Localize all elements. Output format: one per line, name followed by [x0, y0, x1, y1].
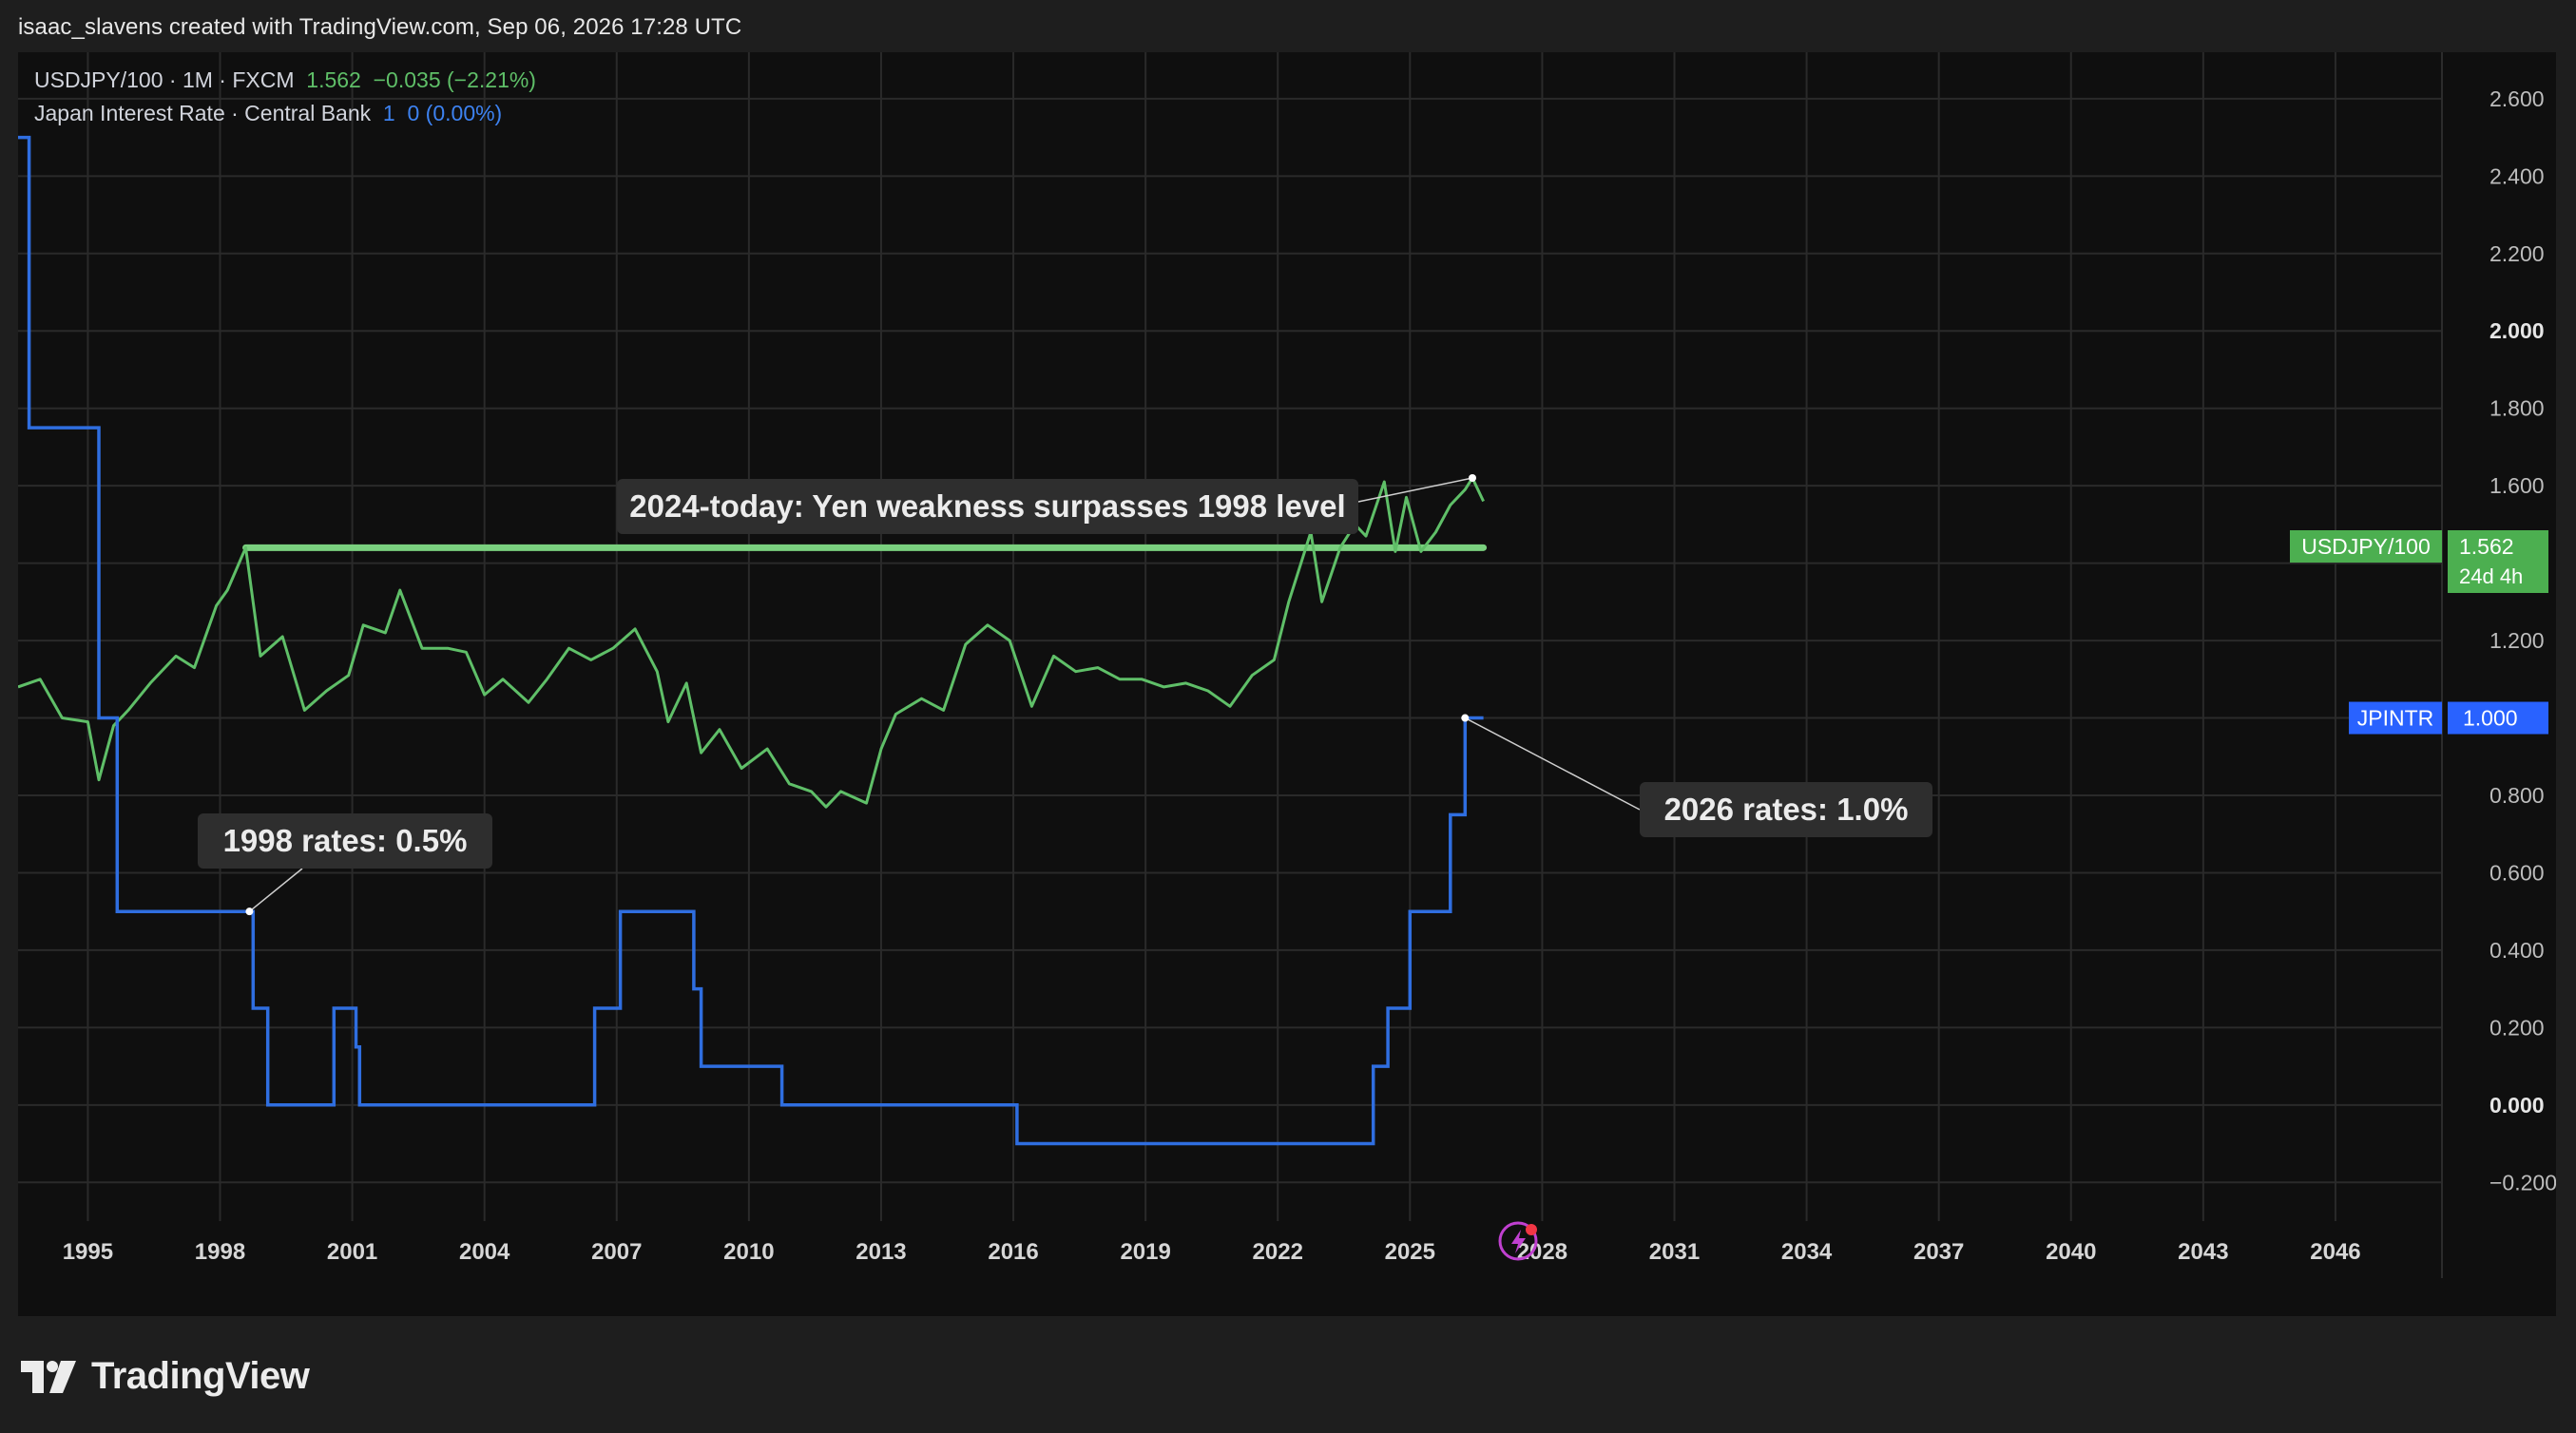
- y-tick-label: 2.400: [2489, 163, 2545, 188]
- legend-usdjpy-change: −0.035 (−2.21%): [373, 67, 536, 92]
- annotation-text: 2026 rates: 1.0%: [1664, 792, 1909, 827]
- x-tick-label: 1998: [195, 1239, 245, 1265]
- x-tick-label: 2004: [459, 1239, 510, 1265]
- y-tick-label: 2.000: [2489, 318, 2545, 343]
- usdjpy-price-value: 1.562: [2459, 534, 2514, 559]
- y-tick-label: 1.800: [2489, 396, 2545, 421]
- y-tick-label: −0.200: [2489, 1170, 2556, 1194]
- jpintr-price-value: 1.000: [2463, 706, 2518, 731]
- x-tick-label: 2022: [1253, 1239, 1303, 1265]
- legend-usdjpy-value: 1.562: [306, 67, 361, 92]
- y-tick-label: 2.200: [2489, 241, 2545, 266]
- x-tick-label: 2043: [2178, 1239, 2228, 1265]
- header-credit: isaac_slavens created with TradingView.c…: [18, 14, 742, 40]
- annotation-text: 1998 rates: 0.5%: [223, 823, 468, 858]
- tradingview-logo-icon: [21, 1360, 76, 1393]
- y-tick-label: 1.600: [2489, 473, 2545, 498]
- legend-usdjpy-label: USDJPY/100 · 1M · FXCM: [34, 67, 295, 92]
- annotation-point: [245, 908, 254, 916]
- legend-jpintr-value: 1: [382, 101, 395, 125]
- chart-panel[interactable]: 2024-today: Yen weakness surpasses 1998 …: [18, 52, 2556, 1316]
- legend-jpintr-label: Japan Interest Rate · Central Bank: [34, 101, 372, 125]
- tradingview-logo[interactable]: TradingView: [21, 1355, 310, 1398]
- x-tick-label: 2013: [855, 1239, 906, 1265]
- x-tick-label: 2016: [988, 1239, 1038, 1265]
- tradingview-logo-text: TradingView: [91, 1355, 310, 1397]
- y-tick-label: 0.400: [2489, 938, 2545, 963]
- annotation-leader: [248, 868, 303, 912]
- y-tick-label: 0.800: [2489, 783, 2545, 808]
- y-tick-label: 0.600: [2489, 860, 2545, 885]
- x-tick-label: 2001: [327, 1239, 377, 1265]
- annotation-point: [1469, 474, 1476, 483]
- usdjpy-price-countdown: 24d 4h: [2459, 564, 2523, 588]
- x-tick-label: 2034: [1781, 1239, 1833, 1265]
- y-tick-label: 0.200: [2489, 1015, 2545, 1040]
- x-tick-label: 2037: [1913, 1239, 1964, 1265]
- jpintr-name-label: JPINTR: [2357, 706, 2434, 731]
- x-tick-label: 2025: [1385, 1239, 1435, 1265]
- y-tick-label: 2.600: [2489, 86, 2545, 111]
- usdjpy-name-label: USDJPY/100: [2301, 534, 2431, 559]
- legend-usdjpy[interactable]: USDJPY/100 · 1M · FXCM 1.562 −0.035 (−2.…: [34, 67, 536, 93]
- x-tick-label: 2031: [1649, 1239, 1700, 1265]
- legend-jpintr-change: 0 (0.00%): [407, 101, 503, 125]
- legend-jpintr[interactable]: Japan Interest Rate · Central Bank 1 0 (…: [34, 101, 502, 126]
- annotation-layer: 2024-today: Yen weakness surpasses 1998 …: [198, 474, 1932, 916]
- x-tick-label: 2010: [723, 1239, 774, 1265]
- annotation-point: [1461, 714, 1470, 722]
- annotation-text: 2024-today: Yen weakness surpasses 1998 …: [629, 488, 1345, 524]
- x-tick-label: 2019: [1120, 1239, 1170, 1265]
- x-tick-label: 2028: [1517, 1239, 1567, 1265]
- grid-layer: [18, 52, 2443, 1278]
- axis-layer: 2.6002.4002.2002.0001.8001.6001.4001.200…: [63, 86, 2556, 1265]
- x-tick-label: 1995: [63, 1239, 113, 1265]
- y-tick-label: 1.200: [2489, 628, 2545, 653]
- chart-svg[interactable]: 2024-today: Yen weakness surpasses 1998 …: [18, 52, 2556, 1316]
- x-tick-label: 2046: [2310, 1239, 2360, 1265]
- lightning-icon-dot: [1526, 1224, 1537, 1235]
- x-tick-label: 2040: [2046, 1239, 2096, 1265]
- x-tick-label: 2007: [591, 1239, 642, 1265]
- y-tick-label: 0.000: [2489, 1093, 2545, 1118]
